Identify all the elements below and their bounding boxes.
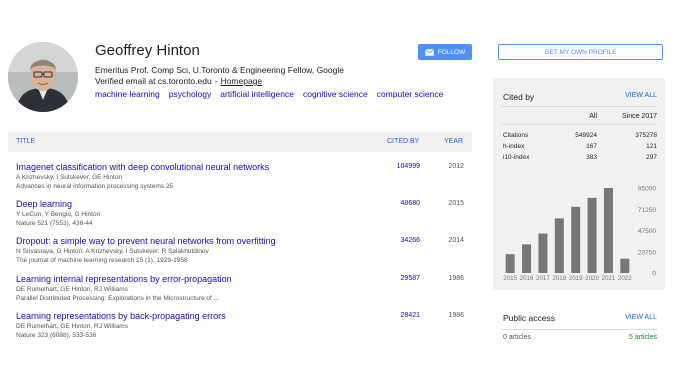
x-tick-label: 2017 xyxy=(536,275,550,282)
interest-link[interactable]: psychology xyxy=(169,89,212,99)
publications-header: TITLE CITED BY YEAR xyxy=(8,132,472,152)
envelope-icon xyxy=(425,48,434,56)
public-access-available: 5 articles xyxy=(628,334,657,341)
interest-link[interactable]: computer science xyxy=(377,89,444,99)
publication-authors: A Krizhevsky, I Sutskever, GE Hinton xyxy=(16,174,123,181)
publication-year: 2012 xyxy=(448,163,464,170)
citation-bar[interactable] xyxy=(522,244,532,273)
follow-button[interactable]: FOLLOW xyxy=(418,44,472,60)
publication-row: Imagenet classification with deep convol… xyxy=(8,162,472,198)
publication-venue: Parallel Distributed Processing: Explora… xyxy=(16,295,220,302)
citation-bar[interactable] xyxy=(554,218,564,273)
profile-email-line: Verified email at cs.toronto.edu - Homepag… xyxy=(95,76,262,86)
profile-affiliation: Emeritus Prof. Comp Sci, U.Toronto & Eng… xyxy=(95,65,344,75)
verified-email: Verified email at cs.toronto.edu xyxy=(95,76,212,86)
publication-title-link[interactable]: Imagenet classification with deep convol… xyxy=(16,162,269,172)
sort-by-title[interactable]: TITLE xyxy=(16,138,35,145)
x-tick-label: 2021 xyxy=(602,275,616,282)
publication-row: Dropout: a simple way to prevent neural … xyxy=(8,236,472,272)
x-tick-label: 2019 xyxy=(569,275,583,282)
publication-venue: Advances in neural information processin… xyxy=(16,183,174,190)
public-access-not-available: 0 articles xyxy=(503,334,532,341)
citation-bar[interactable] xyxy=(603,188,613,273)
publication-title-link[interactable]: Deep learning xyxy=(16,199,72,209)
publication-venue: Nature 521 (7553), 436-44 xyxy=(16,220,93,227)
interest-link[interactable]: artificial intelligence xyxy=(220,89,294,99)
publication-authors: DE Rumelhart, GE Hinton, RJ Williams xyxy=(16,286,128,293)
citation-bar[interactable] xyxy=(587,197,597,273)
publication-cited-by-link[interactable]: 29587 xyxy=(380,275,420,282)
interest-link[interactable]: machine learning xyxy=(95,89,160,99)
get-my-own-profile-label: GET MY OWN PROFILE xyxy=(544,48,617,56)
publication-authors: Y LeCun, Y Bengio, G Hinton xyxy=(16,211,101,218)
get-my-own-profile-button[interactable]: GET MY OWN PROFILE xyxy=(498,44,663,60)
publication-year: 1986 xyxy=(448,312,464,319)
publication-cited-by-link[interactable]: 48680 xyxy=(380,200,420,207)
y-tick-label: 71250 xyxy=(638,207,656,214)
y-tick-label: 95000 xyxy=(638,186,656,193)
publication-cited-by-link[interactable]: 104999 xyxy=(380,163,420,170)
public-access-panel: Public access VIEW ALL 0 articles 5 arti… xyxy=(493,304,665,348)
sort-by-cited[interactable]: CITED BY xyxy=(387,138,419,145)
publication-cited-by-link[interactable]: 28421 xyxy=(380,312,420,319)
x-tick-label: 2020 xyxy=(585,275,599,282)
homepage-link[interactable]: Homepage xyxy=(221,76,263,86)
profile-photo xyxy=(8,42,78,112)
publication-year: 2014 xyxy=(448,237,464,244)
publication-cited-by-link[interactable]: 34266 xyxy=(380,237,420,244)
publication-title-link[interactable]: Learning representations by back-propaga… xyxy=(16,311,226,321)
publication-row: Learning internal representations by err… xyxy=(8,274,472,310)
publication-authors: N Srivastava, G Hinton, A Krizhevsky, I … xyxy=(16,248,209,255)
publication-venue: The journal of machine learning research… xyxy=(16,257,188,264)
divider xyxy=(501,329,657,330)
sort-by-year[interactable]: YEAR xyxy=(444,138,463,145)
email-separator: - xyxy=(214,76,218,86)
publication-title-link[interactable]: Dropout: a simple way to prevent neural … xyxy=(16,236,276,246)
citation-bar[interactable] xyxy=(538,233,548,273)
citation-bar[interactable] xyxy=(505,254,515,273)
interest-link[interactable]: cognitive science xyxy=(303,89,368,99)
publication-year: 2015 xyxy=(448,200,464,207)
citation-bar[interactable] xyxy=(620,258,630,273)
publication-title-link[interactable]: Learning internal representations by err… xyxy=(16,274,232,284)
citation-bar[interactable] xyxy=(571,206,581,273)
y-tick-label: 0 xyxy=(652,271,656,278)
follow-label: FOLLOW xyxy=(437,48,466,56)
public-access-heading: Public access xyxy=(503,313,555,323)
y-tick-label: 23750 xyxy=(638,249,656,256)
profile-name: Geoffrey Hinton xyxy=(95,42,200,59)
publication-year: 1986 xyxy=(448,275,464,282)
publication-authors: DE Rumelhart, GE Hinton, RJ Williams xyxy=(16,323,128,330)
y-tick-label: 47500 xyxy=(638,228,656,235)
publication-row: Learning representations by back-propaga… xyxy=(8,311,472,347)
public-access-view-all-link[interactable]: VIEW ALL xyxy=(625,314,657,321)
interests-list: machine learning psychology artificial i… xyxy=(95,89,443,99)
x-tick-label: 2015 xyxy=(503,275,517,282)
publication-row: Deep learning Y LeCun, Y Bengio, G Hinto… xyxy=(8,199,472,235)
publication-venue: Nature 323 (6088), 533-536 xyxy=(16,332,97,339)
avatar xyxy=(8,42,78,112)
cited-by-panel: Cited by VIEW ALL All Since 2017 Citatio… xyxy=(493,78,665,290)
x-tick-label: 2018 xyxy=(552,275,566,282)
x-tick-label: 2016 xyxy=(520,275,534,282)
x-tick-label: 2022 xyxy=(618,275,632,282)
citations-bar-chart: 95000 71250 47500 23750 0 2015 2016 2017 2018 201… xyxy=(503,186,656,283)
